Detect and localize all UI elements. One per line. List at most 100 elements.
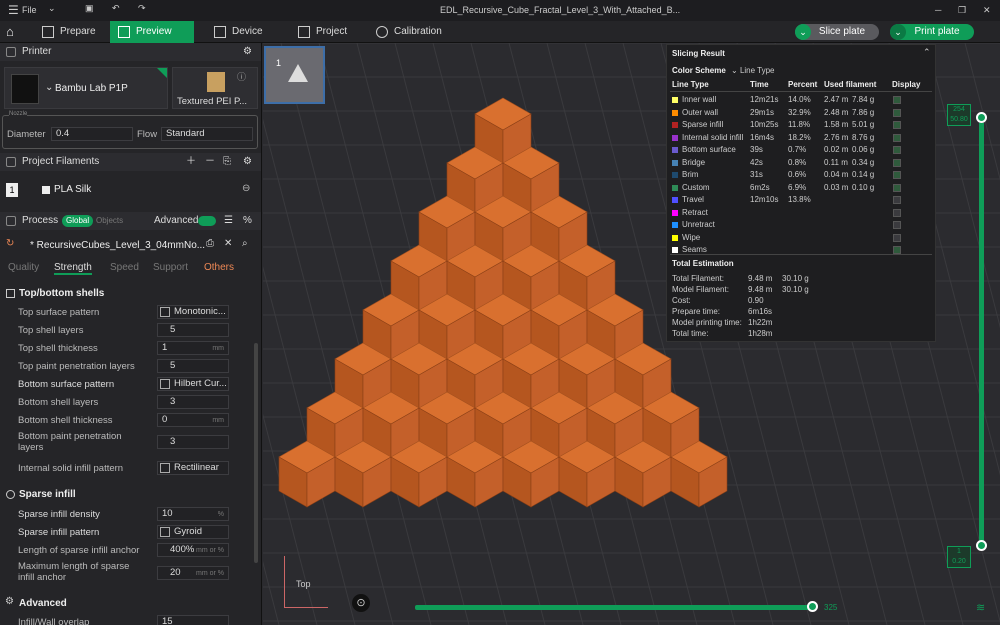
pattern-select[interactable]: Gyroid (157, 525, 229, 539)
remove-icon[interactable]: － (205, 153, 215, 171)
diameter-select[interactable]: 0.4 (51, 127, 133, 141)
filament-row[interactable]: 1 PLA Silk ⊖ (4, 183, 258, 199)
pattern-icon (160, 379, 170, 389)
print-plate-button[interactable]: ⌄ Print plate (890, 24, 974, 40)
close-icon[interactable]: ✕ (224, 238, 232, 249)
search-icon[interactable]: ⌕ (242, 238, 248, 249)
bottom-shell-layers-input[interactable]: 3 (157, 395, 229, 409)
anchor-value: 400% (170, 544, 195, 555)
camera-reset-icon[interactable]: ⊙ (352, 594, 370, 612)
settings-scrollbar[interactable] (254, 343, 258, 563)
tab-preview[interactable]: Preview (110, 21, 194, 43)
anchor-label: Length of sparse infill anchor (18, 545, 140, 556)
top-shell-layers-input[interactable]: 5 (157, 323, 229, 337)
objects-toggle[interactable]: Objects (96, 212, 123, 230)
tab-quality[interactable]: Quality (8, 262, 39, 273)
top-surface-pattern-value: Monotonic... (174, 306, 226, 317)
save-icon[interactable]: ▣ (85, 3, 94, 14)
line-type-swatch (672, 97, 678, 103)
printer-card[interactable]: ⌄ Bambu Lab P1P (4, 67, 168, 109)
tab-speed[interactable]: Speed (110, 262, 139, 273)
display-checkbox[interactable] (893, 183, 901, 192)
line-type-name: Travel (682, 195, 704, 204)
display-checkbox[interactable] (893, 196, 901, 204)
tab-project[interactable]: Project (290, 21, 360, 43)
view-gizmo[interactable]: Top (280, 546, 330, 608)
redo-icon[interactable]: ↷ (138, 3, 146, 14)
display-checkbox[interactable] (893, 171, 901, 179)
save-preset-icon[interactable]: ⎙ (206, 238, 214, 249)
header-percent: Percent (788, 80, 818, 89)
anchor-input[interactable]: 400% mm or % (157, 543, 229, 557)
preset-row[interactable]: ↻ * RecursiveCubes_Level_3_04mmNo... ⎙ ✕… (4, 238, 258, 254)
display-checkbox[interactable] (893, 246, 901, 254)
reload-icon[interactable]: ↻ (6, 238, 14, 249)
plate-thumbnail-card[interactable]: 1 (264, 46, 325, 104)
total-key: Prepare time: (672, 307, 721, 316)
bottom-surface-pattern-select[interactable]: Hilbert Cur... (157, 377, 229, 391)
tab-support[interactable]: Support (153, 262, 188, 273)
display-checkbox[interactable] (893, 108, 901, 117)
remove-filament-icon[interactable]: ⊖ (242, 183, 250, 194)
home-icon[interactable]: ⌂ (6, 24, 14, 39)
top-paint-input[interactable]: 5 (157, 359, 229, 373)
layer-bottom-handle[interactable] (976, 540, 987, 551)
display-checkbox[interactable] (893, 233, 901, 242)
line-type-weight: 0.14 g (852, 170, 875, 179)
list-icon[interactable]: ☰ (224, 212, 233, 230)
display-checkbox[interactable] (893, 96, 901, 104)
hamburger-icon[interactable]: ☰ (8, 3, 19, 17)
global-toggle[interactable]: Global (62, 215, 94, 227)
tab-others[interactable]: Others (204, 262, 234, 273)
moves-slider-track[interactable] (415, 605, 815, 610)
collapse-icon[interactable]: ⌃ (923, 47, 931, 58)
tab-strength[interactable]: Strength (54, 262, 92, 275)
line-type-swatch (672, 209, 678, 216)
gear-icon[interactable]: ⚙ (243, 153, 252, 171)
bottom-shell-thickness-input[interactable]: 0 mm (157, 413, 229, 427)
file-menu[interactable]: File (22, 5, 37, 15)
layers-menu-icon[interactable]: ≋ (976, 601, 985, 614)
layer-top-handle[interactable] (976, 112, 987, 123)
top-shell-thickness-input[interactable]: 1 mm (157, 341, 229, 355)
display-checkbox[interactable] (893, 121, 901, 129)
slice-plate-button[interactable]: ⌄ Slice plate (795, 24, 879, 40)
layer-slider-track[interactable] (979, 123, 984, 547)
minimize-icon[interactable]: ─ (935, 5, 941, 15)
display-checkbox[interactable] (893, 221, 901, 229)
undo-icon[interactable]: ↶ (112, 3, 120, 14)
flow-select[interactable]: Standard (161, 127, 253, 141)
advanced-label: Advanced (154, 215, 199, 226)
add-icon[interactable]: ＋ (186, 153, 196, 171)
max-anchor-input[interactable]: 20 mm or % (157, 566, 229, 580)
internal-solid-select[interactable]: Rectilinear (157, 461, 229, 475)
chevron-down-icon[interactable]: ⌄ (48, 3, 56, 14)
tab-device[interactable]: Device (206, 21, 276, 43)
chevron-down-icon: ⌄ (890, 24, 906, 40)
percent-icon[interactable]: % (243, 212, 252, 230)
bottom-paint-input[interactable]: 3 (157, 435, 229, 449)
color-scheme-select[interactable]: ⌄ Line Type (731, 66, 774, 75)
display-checkbox[interactable] (893, 158, 901, 167)
density-input[interactable]: 10 % (157, 507, 229, 521)
top-surface-pattern-select[interactable]: Monotonic... (157, 305, 229, 319)
restore-icon[interactable]: ❐ (958, 5, 966, 16)
plate-card[interactable]: ⓘ Textured PEI P... (172, 67, 258, 109)
tab-calibration[interactable]: Calibration (368, 21, 458, 43)
overlap-input[interactable]: 15 (157, 615, 229, 625)
line-type-percent: 6.9% (788, 182, 807, 192)
advanced-switch[interactable] (198, 216, 216, 226)
line-type-length: 1.58 m (824, 120, 849, 129)
top-shell-thickness-label: Top shell thickness (18, 343, 98, 354)
sync-icon[interactable]: ⎘ (223, 153, 231, 171)
moves-slider-handle[interactable] (807, 601, 818, 612)
display-checkbox[interactable] (893, 133, 901, 142)
display-checkbox[interactable] (893, 146, 901, 154)
layer-top-readout: 254 50.80 (947, 104, 971, 126)
unit-label: % (217, 511, 224, 518)
gear-icon[interactable]: ⚙ (243, 43, 252, 61)
tab-prepare[interactable]: Prepare (34, 21, 110, 43)
close-icon[interactable]: ✕ (983, 5, 991, 16)
display-checkbox[interactable] (893, 208, 901, 217)
info-icon[interactable]: ⓘ (237, 70, 246, 83)
